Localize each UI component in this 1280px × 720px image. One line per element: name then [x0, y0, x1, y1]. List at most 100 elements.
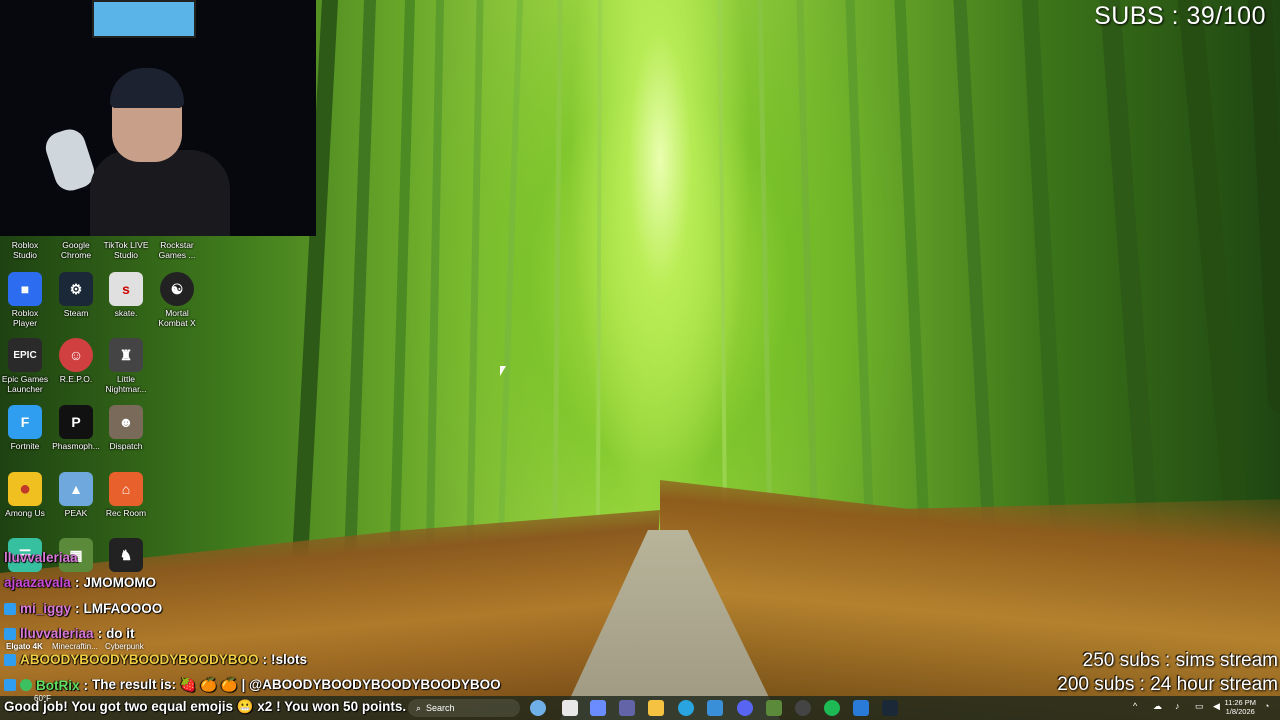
file-explorer-icon[interactable] — [648, 700, 664, 716]
epic-games-icon: EPIC — [8, 338, 42, 372]
desktop-icon-among-us[interactable]: ● Among Us — [0, 472, 51, 518]
teams-icon[interactable] — [619, 700, 635, 716]
notification-bell-icon[interactable]: ◔ — [1264, 701, 1269, 711]
chat-text: do it — [106, 626, 135, 641]
desktop-icon-label: Epic Games Launcher — [1, 374, 49, 394]
desktop-icon-peak[interactable]: ▲ PEAK — [50, 472, 102, 518]
chat-text: LMFAOOOO — [83, 601, 163, 616]
desktop-icon-mortal-kombat-x[interactable]: ☯ Mortal Kombat X — [151, 272, 203, 328]
taskbar-clock[interactable]: 11:26 PM 1/8/2026 — [1224, 698, 1256, 716]
task-view-icon[interactable] — [562, 700, 578, 716]
phasmophobia-icon: P — [59, 405, 93, 439]
chat-text: JMOMOMO — [83, 575, 157, 590]
clock-date: 1/8/2026 — [1225, 707, 1255, 716]
desktop-icon-label: Roblox Studio — [11, 240, 39, 260]
chat-message: ABOODYBOODYBOODYBOODYBOO : !slots — [4, 652, 307, 667]
chat-separator: : — [262, 652, 268, 667]
tray-chevron-icon[interactable]: ^ — [1133, 701, 1137, 711]
sub-goal-1: 250 subs : sims stream — [1082, 650, 1278, 671]
taskbar-search[interactable]: ⌕ Search — [408, 699, 520, 717]
spotify-icon[interactable] — [824, 700, 840, 716]
desktop-icon-label: Phasmoph... — [52, 441, 100, 451]
chat-separator: : — [74, 575, 80, 590]
desktop-icon-little-nightmares[interactable]: ♜ Little Nightmar... — [100, 338, 152, 394]
tray-volume-icon[interactable]: ◀ — [1213, 701, 1220, 712]
discord-icon[interactable] — [737, 700, 753, 716]
repo-icon: ☺ — [59, 338, 93, 372]
desktop-icon-label: Rec Room — [105, 508, 147, 518]
store-icon[interactable] — [707, 700, 723, 716]
chat-message: BotRix : The result is: 🍓 🍊 🍊 | @ABOODYB… — [4, 677, 501, 693]
desktop-icon-roblox-player[interactable]: ■ Roblox Player — [0, 272, 51, 328]
tray-cloud-icon[interactable]: ☁ — [1153, 701, 1162, 712]
skate-icon: s — [109, 272, 143, 306]
desktop-icon-rec-room[interactable]: ⌂ Rec Room — [100, 472, 152, 518]
desktop-icon-label-minecraft: Minecraftin... — [52, 642, 98, 651]
dispatch-icon: ☻ — [109, 405, 143, 439]
desktop-icon-dispatch[interactable]: ☻ Dispatch — [100, 405, 152, 451]
cyberpunk-icon: ♞ — [109, 538, 143, 572]
desktop-icon-skate[interactable]: s skate. — [100, 272, 152, 318]
fortnite-icon: F — [8, 405, 42, 439]
chat-text: !slots — [271, 652, 308, 667]
desktop-icon-label: Little Nightmar... — [105, 374, 147, 394]
subs-counter: SUBS : 39/100 — [1094, 2, 1266, 30]
rec-room-icon: ⌂ — [109, 472, 143, 506]
desktop-icon-repo[interactable]: ☺ R.E.P.O. — [50, 338, 102, 384]
chat-text: Good job! You got two equal emojis 😬 x2 … — [4, 699, 407, 714]
little-nightmares-icon: ♜ — [109, 338, 143, 372]
desktop-icon-steam[interactable]: ⚙ Steam — [50, 272, 102, 318]
widgets-icon[interactable] — [530, 700, 546, 716]
desktop-icon-label: PEAK — [64, 508, 88, 518]
desktop-icon-google-chrome[interactable]: Google Chrome — [50, 238, 102, 260]
desktop-icon-label: TikTok LIVE Studio — [103, 240, 149, 260]
copilot-icon[interactable] — [590, 700, 606, 716]
chat-username: ABOODYBOODYBOODYBOODYBOO — [20, 652, 259, 667]
edge-icon[interactable] — [678, 700, 694, 716]
desktop-icon-label: Google Chrome — [60, 240, 92, 260]
sub-goal-2: 200 subs : 24 hour stream — [1057, 674, 1278, 695]
chat-message: lluvvaleriaa : do it — [4, 626, 135, 641]
chat-separator: : — [97, 626, 103, 641]
desktop-icon-roblox-studio[interactable]: Roblox Studio — [0, 238, 51, 260]
desktop-icon-rockstar-games[interactable]: Rockstar Games ... — [151, 238, 203, 260]
chat-message: mi_iggy : LMFAOOOO — [4, 601, 162, 616]
desktop-icon-label: Among Us — [5, 508, 45, 518]
desktop-icon-label: skate. — [114, 308, 138, 318]
desktop-icon-tiktok-live-studio[interactable]: TikTok LIVE Studio — [100, 238, 152, 260]
chat-username: ajaazavala — [4, 575, 71, 590]
chat-message: Good job! You got two equal emojis 😬 x2 … — [4, 699, 406, 715]
photos-icon[interactable] — [853, 700, 869, 716]
tray-network-icon[interactable]: ▭ — [1195, 701, 1204, 712]
chat-badge-icon — [4, 627, 16, 640]
chat-username: BotRix — [36, 677, 80, 693]
steam-taskbar-icon[interactable] — [882, 700, 898, 716]
roblox-icon: ■ — [8, 272, 42, 306]
chat-username: lluvvaleriaa — [20, 626, 94, 641]
chat-badge-icon — [4, 679, 16, 691]
desktop-icon-label: Roblox Player — [11, 308, 39, 328]
webcam-overlay — [0, 0, 316, 236]
desktop-icon-fortnite[interactable]: F Fortnite — [0, 405, 51, 451]
tray-mic-icon[interactable]: ♪ — [1175, 701, 1180, 711]
among-us-icon: ● — [8, 472, 42, 506]
mortal-kombat-icon: ☯ — [160, 272, 194, 306]
search-icon: ⌕ — [416, 702, 422, 713]
clock-time: 11:26 PM — [1224, 698, 1256, 707]
obs-icon[interactable] — [795, 700, 811, 716]
chat-username: lluvvaleriaa — [4, 550, 78, 565]
minecraft-taskbar-icon[interactable] — [766, 700, 782, 716]
desktop-icon-label-elgato: Elgato 4K — [6, 642, 43, 651]
desktop-icon-label: R.E.P.O. — [59, 374, 93, 384]
chat-username: mi_iggy — [20, 601, 72, 616]
desktop-icon-cyberpunk[interactable]: ♞ — [100, 538, 152, 572]
desktop-icon-epic-games[interactable]: EPIC Epic Games Launcher — [0, 338, 51, 394]
search-placeholder: Search — [426, 703, 455, 713]
chat-message: lluvvaleriaa — [4, 550, 78, 565]
chat-separator: : — [75, 601, 80, 616]
desktop-icon-label-cyberpunk: Cyberpunk — [105, 642, 144, 651]
webcam-background-monitor — [92, 0, 196, 38]
webcam-streamer-body — [90, 150, 230, 236]
desktop-icon-label: Dispatch — [109, 441, 143, 451]
desktop-icon-phasmophobia[interactable]: P Phasmoph... — [50, 405, 102, 451]
